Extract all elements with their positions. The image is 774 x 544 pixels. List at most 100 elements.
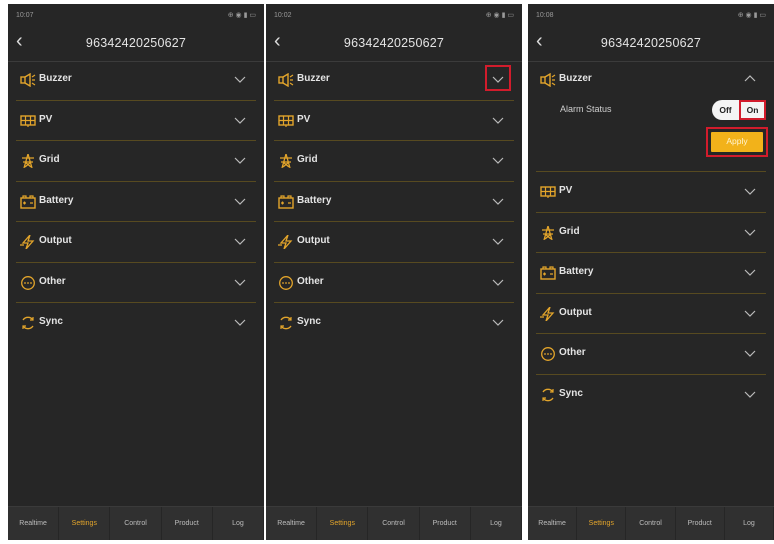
section-label-other: Other <box>559 347 586 358</box>
grid-tower-icon <box>280 154 292 168</box>
section-label-sync: Sync <box>297 316 321 327</box>
chevron-down-icon[interactable] <box>492 73 504 85</box>
section-label-battery: Battery <box>297 194 332 206</box>
output-bolt-icon <box>540 306 555 321</box>
section-buzzer[interactable]: Buzzer <box>16 60 256 101</box>
section-label-buzzer: Buzzer <box>559 73 592 84</box>
section-sync[interactable]: Sync <box>16 303 256 344</box>
section-pv[interactable]: PV <box>536 172 766 213</box>
section-label-sync: Sync <box>559 387 583 399</box>
tab-product[interactable]: Product <box>676 507 725 540</box>
tab-log[interactable]: Log <box>213 507 264 540</box>
bottom-tab-bar: Realtime Settings Control Product Log <box>528 506 774 540</box>
section-other[interactable]: Other <box>536 334 766 375</box>
status-bar: 10:08 ⊕ ◉ ▮ ▭ <box>528 4 774 26</box>
section-grid[interactable]: Grid <box>536 213 766 253</box>
section-label-output: Output <box>297 235 330 246</box>
section-other[interactable]: Other <box>16 263 256 303</box>
chevron-down-icon[interactable] <box>744 226 756 238</box>
section-battery[interactable]: Battery <box>274 182 514 222</box>
section-label-buzzer: Buzzer <box>297 73 330 84</box>
section-sync[interactable]: Sync <box>274 303 514 344</box>
tab-log[interactable]: Log <box>725 507 774 540</box>
other-dots-icon <box>21 275 35 290</box>
tab-settings[interactable]: Settings <box>577 507 627 540</box>
buzzer-icon <box>540 73 556 87</box>
tab-settings[interactable]: Settings <box>59 507 111 540</box>
tab-control[interactable]: Control <box>110 507 162 540</box>
section-label-pv: PV <box>297 113 311 125</box>
section-pv[interactable]: PV <box>274 101 514 141</box>
tab-product[interactable]: Product <box>420 507 471 540</box>
battery-icon <box>20 194 36 209</box>
section-other[interactable]: Other <box>274 263 514 303</box>
battery-icon <box>278 194 294 209</box>
output-bolt-icon <box>20 235 35 249</box>
status-icons: ⊕ ◉ ▮ ▭ <box>485 12 514 19</box>
tab-control[interactable]: Control <box>626 507 676 540</box>
toggle-on-option[interactable]: On <box>739 100 766 120</box>
settings-menu: Buzzer PV Grid Battery Output Other Sync <box>266 60 522 344</box>
section-label-grid: Grid <box>297 154 318 165</box>
battery-icon <box>540 266 556 280</box>
device-id-title: 96342420250627 <box>343 36 445 50</box>
settings-menu: Buzzer PV Grid Battery Output Other Sync <box>8 60 264 344</box>
chevron-down-icon[interactable] <box>744 388 756 400</box>
chevron-down-icon[interactable] <box>234 235 246 247</box>
phone-screen-3: 10:08 ⊕ ◉ ▮ ▭ ‹ 96342420250627 Buzzer Al… <box>528 4 774 540</box>
section-label-grid: Grid <box>39 154 60 165</box>
tab-realtime[interactable]: Realtime <box>266 507 318 540</box>
section-buzzer[interactable]: Buzzer <box>274 60 514 101</box>
section-pv[interactable]: PV <box>16 101 256 141</box>
chevron-down-icon[interactable] <box>234 114 246 126</box>
chevron-down-icon[interactable] <box>744 185 756 197</box>
chevron-down-icon[interactable] <box>234 154 246 166</box>
buzzer-icon <box>20 73 36 87</box>
section-grid[interactable]: Grid <box>274 141 514 182</box>
chevron-down-icon[interactable] <box>744 347 756 359</box>
status-icons: ⊕ ◉ ▮ ▭ <box>737 12 766 19</box>
chevron-down-icon[interactable] <box>234 316 246 328</box>
tab-control[interactable]: Control <box>368 507 420 540</box>
sync-icon <box>542 388 554 401</box>
section-label-sync: Sync <box>39 316 63 327</box>
tab-realtime[interactable]: Realtime <box>8 507 60 540</box>
tab-log[interactable]: Log <box>471 507 522 540</box>
section-output[interactable]: Output <box>536 294 766 334</box>
chevron-down-icon[interactable] <box>234 195 246 207</box>
tab-realtime[interactable]: Realtime <box>528 507 578 540</box>
other-dots-icon <box>541 347 555 361</box>
section-sync[interactable]: Sync <box>536 375 766 416</box>
phone-screen-2: 10:02 ⊕ ◉ ▮ ▭ ‹ 96342420250627 Buzzer PV… <box>266 4 522 540</box>
toggle-off-option[interactable]: Off <box>712 100 739 120</box>
chevron-down-icon[interactable] <box>492 316 504 328</box>
status-bar: 10:02 ⊕ ◉ ▮ ▭ <box>266 4 522 26</box>
chevron-down-icon[interactable] <box>744 307 756 319</box>
section-battery[interactable]: Battery <box>16 182 256 222</box>
section-output[interactable]: Output <box>274 222 514 263</box>
section-output[interactable]: Output <box>16 222 256 263</box>
chevron-down-icon[interactable] <box>744 266 756 278</box>
chevron-down-icon[interactable] <box>492 276 504 288</box>
buzzer-icon <box>278 73 294 87</box>
section-buzzer-expanded[interactable]: Buzzer Alarm Status Off On Apply <box>536 60 768 172</box>
apply-button[interactable]: Apply <box>711 132 763 152</box>
section-label-other: Other <box>297 275 324 287</box>
chevron-up-icon[interactable] <box>744 73 756 85</box>
tab-product[interactable]: Product <box>162 507 213 540</box>
chevron-down-icon[interactable] <box>492 235 504 247</box>
chevron-down-icon[interactable] <box>492 114 504 126</box>
apply-highlight-box: Apply <box>706 127 768 157</box>
section-label-battery: Battery <box>559 266 594 277</box>
chevron-down-icon[interactable] <box>234 276 246 288</box>
phone-screen-1: 10:07 ⊕ ◉ ▮ ▭ ‹ 96342420250627 Buzzer PV… <box>8 4 264 540</box>
chevron-down-icon[interactable] <box>492 195 504 207</box>
status-icons: ⊕ ◉ ▮ ▭ <box>227 12 256 19</box>
status-time: 10:08 <box>536 11 554 19</box>
grid-tower-icon <box>542 225 554 240</box>
section-battery[interactable]: Battery <box>536 253 766 294</box>
chevron-down-icon[interactable] <box>234 73 246 85</box>
section-grid[interactable]: Grid <box>16 141 256 182</box>
tab-settings[interactable]: Settings <box>317 507 369 540</box>
chevron-down-icon[interactable] <box>492 154 504 166</box>
